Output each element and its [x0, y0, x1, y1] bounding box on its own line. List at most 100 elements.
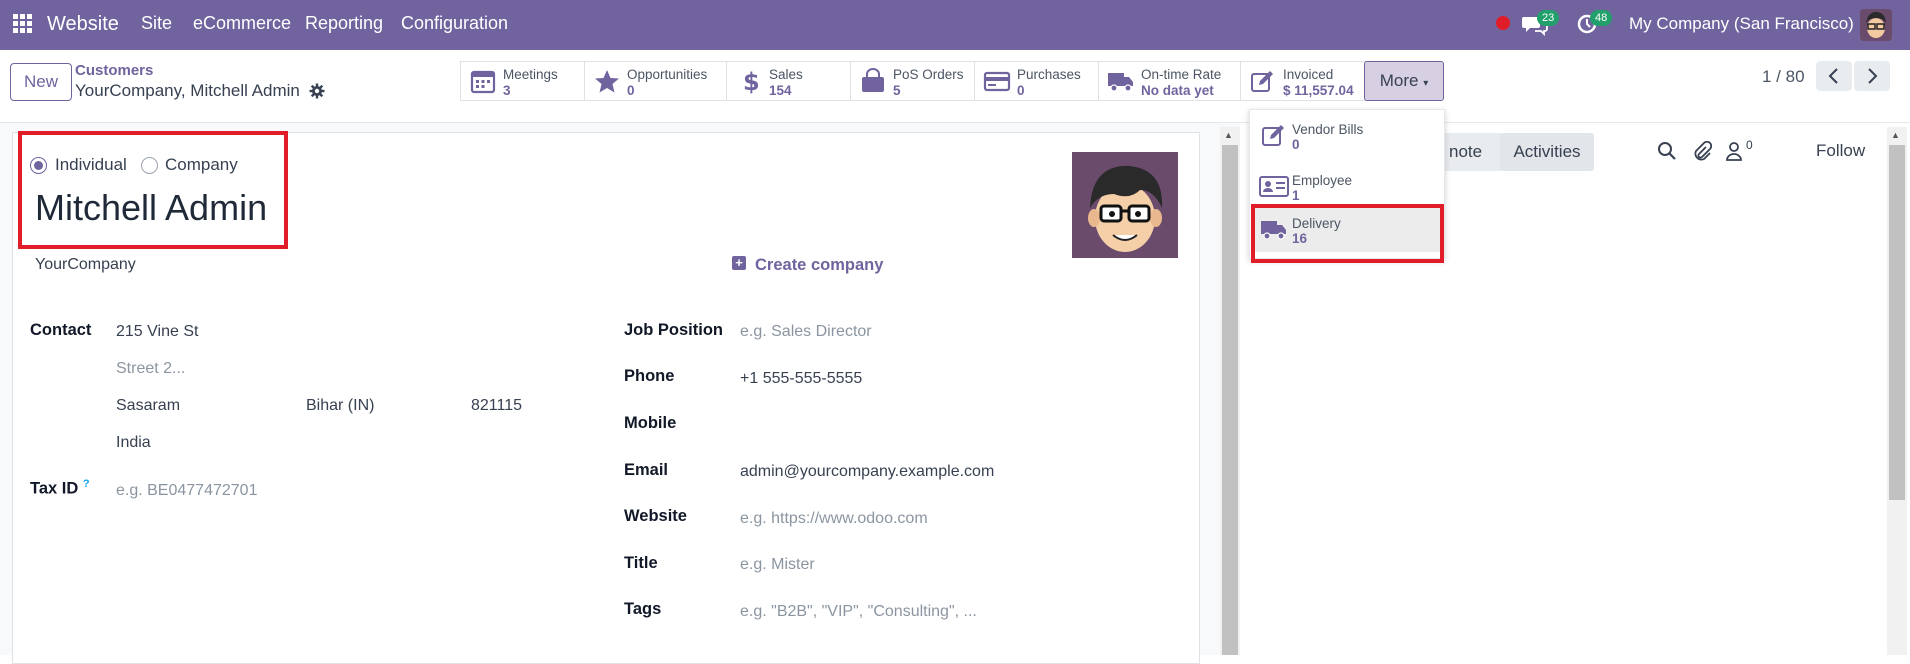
recording-dot-icon[interactable]: [1496, 16, 1510, 30]
email-label: Email: [624, 461, 669, 479]
top-navbar: Website Site eCommerce Reporting Configu…: [0, 0, 1910, 50]
pager-value[interactable]: 1 / 80: [1762, 67, 1805, 87]
star-icon: [595, 70, 619, 93]
smart-button-purchases[interactable]: Purchases 0: [974, 61, 1100, 101]
smart-button-value: $ 11,557.04: [1283, 83, 1354, 98]
help-tooltip-icon[interactable]: ?: [83, 478, 90, 490]
app-grid-icon[interactable]: [13, 14, 33, 34]
pencil-square-icon: [1251, 71, 1273, 92]
menu-configuration[interactable]: Configuration: [401, 13, 508, 34]
company-switcher[interactable]: My Company (San Francisco): [1629, 14, 1854, 34]
more-button[interactable]: More ▾: [1364, 61, 1444, 101]
credit-card-icon: [983, 71, 1011, 92]
contact-label: Contact: [30, 321, 92, 339]
smart-button-label: Invoiced: [1283, 67, 1334, 82]
website-field[interactable]: e.g. https://www.odoo.com: [740, 510, 928, 528]
chevron-left-icon: [1828, 68, 1838, 84]
partner-avatar-image[interactable]: [1072, 152, 1178, 258]
city-field[interactable]: Sasaram: [116, 397, 180, 415]
parent-company-field[interactable]: YourCompany: [35, 256, 136, 274]
mobile-label: Mobile: [624, 414, 677, 432]
mobile-field[interactable]: [740, 410, 1140, 434]
tags-field[interactable]: e.g. "B2B", "VIP", "Consulting", ...: [740, 603, 977, 621]
smart-button-value: 154: [769, 83, 792, 98]
new-button[interactable]: New: [10, 63, 72, 101]
form-scrollbar-thumb[interactable]: [1222, 145, 1238, 655]
smart-button-label: PoS Orders: [893, 67, 964, 82]
smart-button-sales[interactable]: $ Sales 154: [726, 61, 852, 101]
smart-button-label: Opportunities: [627, 67, 708, 82]
job-position-label: Job Position: [624, 321, 723, 339]
svg-text:$: $: [743, 68, 760, 94]
job-position-field[interactable]: e.g. Sales Director: [740, 323, 872, 341]
follower-user-icon[interactable]: [1726, 141, 1744, 161]
caret-down-icon: ▾: [1423, 78, 1429, 89]
shopping-bag-icon: [862, 68, 884, 92]
calendar-icon: [470, 70, 496, 94]
title-label: Title: [624, 554, 658, 572]
smart-button-label: Meetings: [503, 67, 558, 82]
dropdown-item-vendor-bills[interactable]: Vendor Bills 0: [1253, 114, 1441, 158]
highlight-box-name: [18, 131, 288, 249]
smart-button-label: Sales: [769, 67, 803, 82]
smart-button-value: 0: [1017, 83, 1025, 98]
pager-previous-button[interactable]: [1816, 61, 1852, 91]
pencil-square-icon: [1262, 125, 1284, 146]
smart-button-label: Purchases: [1017, 67, 1081, 82]
search-icon[interactable]: [1657, 141, 1677, 161]
user-avatar[interactable]: [1860, 9, 1892, 41]
phone-field[interactable]: +1 555-555-5555: [740, 370, 862, 388]
chevron-right-icon: [1868, 68, 1878, 84]
tags-label: Tags: [624, 600, 662, 618]
state-field[interactable]: Bihar (IN): [306, 397, 374, 415]
smart-button-on-time-rate[interactable]: On-time Rate No data yet: [1098, 61, 1242, 101]
menu-reporting[interactable]: Reporting: [305, 13, 383, 34]
tax-id-field[interactable]: e.g. BE0477472701: [116, 482, 257, 500]
log-note-button[interactable]: note: [1443, 133, 1501, 171]
tax-id-label-text: Tax ID: [30, 479, 79, 498]
follow-button[interactable]: Follow: [1816, 141, 1865, 161]
chatter-scrollbar-thumb[interactable]: [1889, 145, 1905, 500]
truck-icon: [1108, 73, 1133, 92]
title-field[interactable]: e.g. Mister: [740, 556, 815, 574]
menu-site[interactable]: Site: [141, 13, 172, 34]
id-card-icon: [1259, 176, 1289, 197]
plus-square-icon[interactable]: +: [732, 256, 746, 270]
email-field[interactable]: admin@yourcompany.example.com: [740, 463, 994, 481]
dropdown-item-label: Employee: [1292, 173, 1353, 188]
street2-field[interactable]: Street 2...: [116, 360, 185, 378]
activities-button[interactable]: Activities: [1500, 133, 1594, 171]
activities-badge: 48: [1590, 10, 1613, 26]
breadcrumb-current: YourCompany, Mitchell Admin: [75, 81, 300, 100]
messages-badge: 23: [1537, 10, 1560, 26]
smart-button-value: 0: [627, 83, 635, 98]
smart-button-label: On-time Rate: [1141, 67, 1222, 82]
create-company-button[interactable]: Create company: [755, 256, 883, 275]
country-field[interactable]: India: [116, 434, 151, 452]
scroll-up-icon[interactable]: ▲: [1224, 130, 1233, 140]
smart-button-meetings[interactable]: Meetings 3: [460, 61, 586, 101]
smart-button-pos-orders[interactable]: PoS Orders 5: [850, 61, 976, 101]
smart-button-value: No data yet: [1141, 83, 1214, 98]
pager-next-button[interactable]: [1854, 61, 1890, 91]
smart-button-value: 3: [503, 83, 511, 98]
dropdown-item-employee[interactable]: Employee 1: [1253, 165, 1441, 209]
tax-id-label: Tax ID ?: [30, 478, 90, 499]
website-label: Website: [624, 507, 687, 525]
street-field[interactable]: 215 Vine St: [116, 323, 198, 341]
smart-button-invoiced[interactable]: Invoiced $ 11,557.04: [1240, 61, 1366, 101]
dropdown-item-value: 1: [1292, 188, 1300, 203]
gear-icon[interactable]: [309, 83, 325, 99]
menu-ecommerce[interactable]: eCommerce: [193, 13, 291, 34]
dollar-icon: $: [743, 68, 760, 94]
phone-label: Phone: [624, 367, 675, 385]
breadcrumb-customers[interactable]: Customers: [75, 62, 153, 79]
app-name[interactable]: Website: [47, 13, 119, 36]
paperclip-icon[interactable]: [1692, 141, 1712, 161]
zip-field[interactable]: 821115: [471, 397, 522, 415]
followers-count: 0: [1746, 138, 1753, 152]
more-label: More: [1379, 71, 1419, 90]
smart-button-value: 5: [893, 83, 901, 98]
smart-button-opportunities[interactable]: Opportunities 0: [584, 61, 728, 101]
scroll-up-icon[interactable]: ▲: [1891, 130, 1900, 140]
